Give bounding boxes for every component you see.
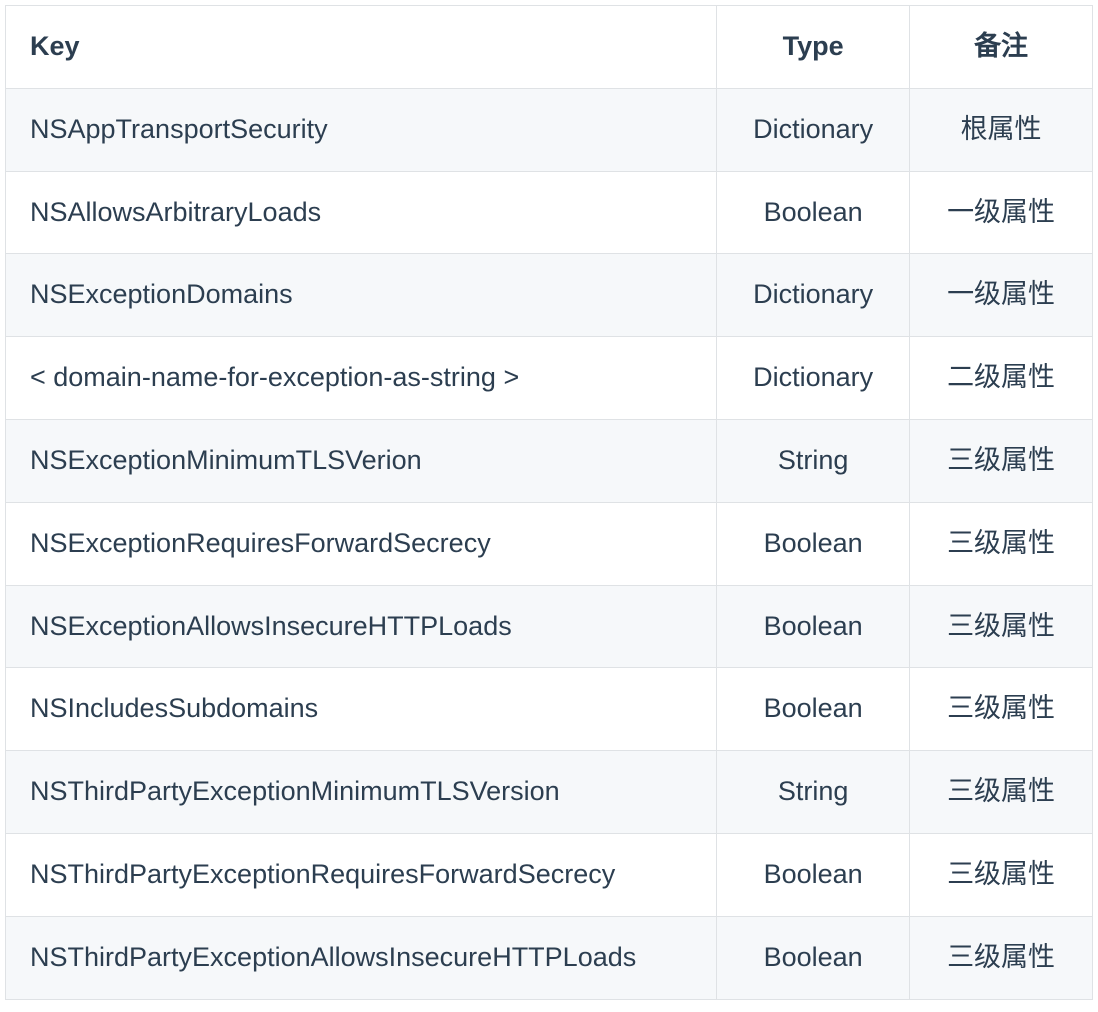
- cell-note: 根属性: [910, 88, 1093, 171]
- cell-key: NSExceptionAllowsInsecureHTTPLoads: [6, 585, 717, 668]
- cell-note: 一级属性: [910, 254, 1093, 337]
- cell-note: 三级属性: [910, 668, 1093, 751]
- table-header-row: Key Type 备注: [6, 6, 1093, 89]
- table-row: < domain-name-for-exception-as-string > …: [6, 337, 1093, 420]
- ats-keys-table: Key Type 备注 NSAppTransportSecurity Dicti…: [5, 5, 1093, 1000]
- header-key: Key: [6, 6, 717, 89]
- table-row: NSExceptionRequiresForwardSecrecy Boolea…: [6, 502, 1093, 585]
- header-type: Type: [717, 6, 910, 89]
- table-row: NSThirdPartyExceptionAllowsInsecureHTTPL…: [6, 916, 1093, 999]
- table-row: NSExceptionDomains Dictionary 一级属性: [6, 254, 1093, 337]
- cell-note: 三级属性: [910, 419, 1093, 502]
- cell-key: NSAppTransportSecurity: [6, 88, 717, 171]
- header-note: 备注: [910, 6, 1093, 89]
- table-row: NSThirdPartyExceptionRequiresForwardSecr…: [6, 833, 1093, 916]
- table-row: NSExceptionAllowsInsecureHTTPLoads Boole…: [6, 585, 1093, 668]
- cell-key: NSThirdPartyExceptionMinimumTLSVersion: [6, 751, 717, 834]
- cell-type: String: [717, 419, 910, 502]
- table-row: NSIncludesSubdomains Boolean 三级属性: [6, 668, 1093, 751]
- table-row: NSAllowsArbitraryLoads Boolean 一级属性: [6, 171, 1093, 254]
- cell-key: NSThirdPartyExceptionRequiresForwardSecr…: [6, 833, 717, 916]
- cell-type: Dictionary: [717, 254, 910, 337]
- cell-key: NSExceptionDomains: [6, 254, 717, 337]
- cell-key: NSThirdPartyExceptionAllowsInsecureHTTPL…: [6, 916, 717, 999]
- cell-key: NSExceptionMinimumTLSVerion: [6, 419, 717, 502]
- cell-type: Boolean: [717, 668, 910, 751]
- table-row: NSThirdPartyExceptionMinimumTLSVersion S…: [6, 751, 1093, 834]
- cell-type: String: [717, 751, 910, 834]
- cell-key: NSAllowsArbitraryLoads: [6, 171, 717, 254]
- cell-type: Boolean: [717, 833, 910, 916]
- cell-type: Dictionary: [717, 88, 910, 171]
- cell-note: 三级属性: [910, 833, 1093, 916]
- table-row: NSExceptionMinimumTLSVerion String 三级属性: [6, 419, 1093, 502]
- table-row: NSAppTransportSecurity Dictionary 根属性: [6, 88, 1093, 171]
- cell-note: 二级属性: [910, 337, 1093, 420]
- cell-note: 三级属性: [910, 751, 1093, 834]
- cell-note: 三级属性: [910, 916, 1093, 999]
- cell-note: 三级属性: [910, 502, 1093, 585]
- cell-type: Dictionary: [717, 337, 910, 420]
- cell-type: Boolean: [717, 585, 910, 668]
- cell-note: 三级属性: [910, 585, 1093, 668]
- cell-note: 一级属性: [910, 171, 1093, 254]
- cell-key: NSIncludesSubdomains: [6, 668, 717, 751]
- cell-key: < domain-name-for-exception-as-string >: [6, 337, 717, 420]
- cell-type: Boolean: [717, 916, 910, 999]
- cell-type: Boolean: [717, 171, 910, 254]
- cell-type: Boolean: [717, 502, 910, 585]
- cell-key: NSExceptionRequiresForwardSecrecy: [6, 502, 717, 585]
